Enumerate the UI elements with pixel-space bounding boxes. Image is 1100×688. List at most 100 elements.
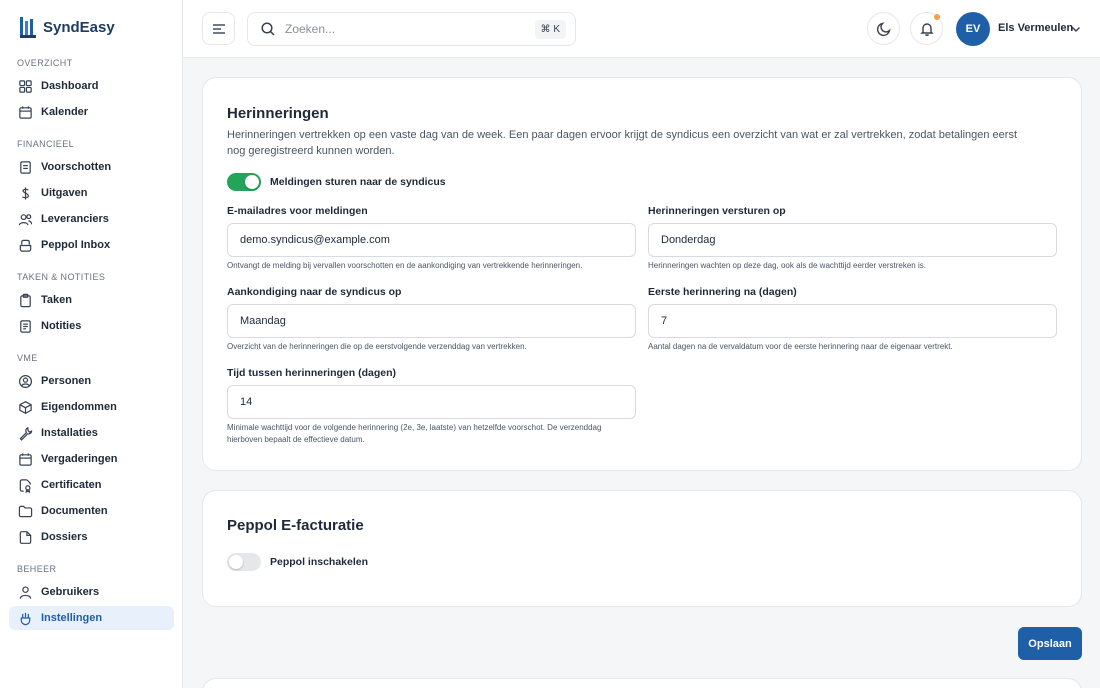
dark-mode-button[interactable]	[867, 12, 900, 45]
peppol-toggle-label: Peppol inschakelen	[270, 556, 369, 568]
nav-section-beheer: Beheer	[17, 564, 57, 574]
certificate-icon	[18, 478, 33, 493]
calendar-icon	[18, 452, 33, 467]
avatar[interactable]: EV	[956, 12, 990, 46]
menu-icon	[212, 23, 225, 34]
chevron-down-icon[interactable]	[1070, 23, 1082, 35]
reminders-card: Herinneringen Herinneringen vertrekken o…	[202, 77, 1082, 471]
nav-item-uitgaven[interactable]: Uitgaven	[9, 181, 174, 205]
nav-item-taken[interactable]: Taken	[9, 288, 174, 312]
search-shortcut: ⌘ K	[534, 20, 566, 39]
nav-section-overzicht: Overzicht	[17, 58, 73, 68]
email-field[interactable]	[227, 223, 636, 257]
dollar-icon	[18, 186, 33, 201]
nav-label: Personen	[41, 375, 92, 387]
toggle-knob	[245, 175, 259, 189]
nav-label: Certificaten	[41, 479, 102, 491]
nav-item-dossiers[interactable]: Dossiers	[9, 525, 174, 549]
nav-label: Documenten	[41, 505, 108, 517]
toggle-knob	[229, 555, 243, 569]
nav-section-vme: VME	[17, 353, 38, 363]
nav-item-peppol-inbox[interactable]: Peppol Inbox	[9, 233, 174, 257]
send-day-label: Herinneringen versturen op	[648, 205, 786, 217]
peppol-title: Peppol E-facturatie	[227, 517, 364, 534]
brand-name: SyndEasy	[43, 18, 115, 36]
nav-item-vergaderingen[interactable]: Vergaderingen	[9, 447, 174, 471]
bell-icon	[919, 22, 934, 36]
nav-label: Instellingen	[41, 612, 103, 624]
note-icon	[18, 319, 33, 334]
clipboard-icon	[18, 293, 33, 308]
sidebar: SyndEasy Overzicht Dashboard Kalender Fi…	[0, 0, 183, 688]
logo-icon	[20, 17, 36, 38]
nav-item-dashboard[interactable]: Dashboard	[9, 74, 174, 98]
notifications-button[interactable]	[910, 12, 943, 45]
notify-syndicus-toggle[interactable]	[227, 173, 261, 191]
nav-item-kalender[interactable]: Kalender	[9, 100, 174, 124]
nav-label: Gebruikers	[41, 586, 100, 598]
nav-label: Notities	[41, 320, 82, 332]
send-day-select[interactable]	[648, 223, 1057, 257]
nav-label: Uitgaven	[41, 187, 88, 199]
search-icon	[261, 22, 275, 36]
interval-field[interactable]	[227, 385, 636, 419]
nav-item-eigendommen[interactable]: Eigendommen	[9, 395, 174, 419]
user-name[interactable]: Els Vermeulen	[998, 22, 1073, 34]
nav-item-documenten[interactable]: Documenten	[9, 499, 174, 523]
inbox-icon	[18, 238, 33, 253]
search-box[interactable]: ⌘ K	[247, 12, 576, 46]
interval-label: Tijd tussen herinneringen (dagen)	[227, 367, 396, 379]
nav-item-leveranciers[interactable]: Leveranciers	[9, 207, 174, 231]
top-bar: ⌘ K EV Els Vermeulen	[183, 0, 1100, 58]
search-input[interactable]	[285, 22, 515, 36]
nav-label: Installaties	[41, 427, 98, 439]
reminders-title: Herinneringen	[227, 105, 329, 122]
peppol-toggle[interactable]	[227, 553, 261, 571]
grid-icon	[18, 79, 33, 94]
settings-icon	[18, 611, 33, 626]
peppol-card: Peppol E-facturatie Peppol inschakelen	[202, 490, 1082, 607]
person-circle-icon	[18, 374, 33, 389]
nav-item-installaties[interactable]: Installaties	[9, 421, 174, 445]
nav-label: Voorschotten	[41, 161, 112, 173]
notify-syndicus-label: Meldingen sturen naar de syndicus	[270, 176, 446, 188]
nav-item-voorschotten[interactable]: Voorschotten	[9, 155, 174, 179]
nav-label: Dossiers	[41, 531, 88, 543]
wrench-icon	[18, 426, 33, 441]
users-icon	[18, 212, 33, 227]
nav-item-notities[interactable]: Notities	[9, 314, 174, 338]
box-icon	[18, 400, 33, 415]
save-button[interactable]: Opslaan	[1018, 627, 1082, 660]
nav-section-taken-notities: Taken & Notities	[17, 272, 106, 282]
next-card	[202, 678, 1082, 688]
nav-label: Eigendommen	[41, 401, 117, 413]
user-icon	[18, 585, 33, 600]
first-reminder-help: Aantal dagen na de vervaldatum voor de e…	[648, 342, 953, 351]
folder-icon	[18, 504, 33, 519]
nav-label: Vergaderingen	[41, 453, 118, 465]
nav-label: Dashboard	[41, 80, 99, 92]
brand[interactable]: SyndEasy	[19, 15, 115, 39]
menu-toggle-button[interactable]	[202, 12, 235, 45]
announce-day-help: Overzicht van de herinneringen die op de…	[227, 342, 527, 351]
nav-item-instellingen[interactable]: Instellingen	[9, 606, 174, 630]
reminders-description: Herinneringen vertrekken op een vaste da…	[227, 129, 1018, 157]
calendar-icon	[18, 105, 33, 120]
nav-label: Taken	[41, 294, 72, 306]
moon-icon	[876, 21, 891, 36]
announce-day-select[interactable]	[227, 304, 636, 338]
nav-label: Peppol Inbox	[41, 239, 111, 251]
nav-item-personen[interactable]: Personen	[9, 369, 174, 393]
announce-day-label: Aankondiging naar de syndicus op	[227, 286, 402, 298]
first-reminder-field[interactable]	[648, 304, 1057, 338]
interval-help: Minimale wachttijd voor de volgende heri…	[227, 423, 602, 444]
first-reminder-label: Eerste herinnering na (dagen)	[648, 286, 797, 298]
nav-label: Leveranciers	[41, 213, 109, 225]
notification-dot	[934, 14, 940, 20]
file-icon	[18, 530, 33, 545]
nav-item-gebruikers[interactable]: Gebruikers	[9, 580, 174, 604]
email-help: Ontvangt de melding bij vervallen voorsc…	[227, 261, 583, 270]
document-icon	[18, 160, 33, 175]
nav-label: Kalender	[41, 106, 89, 118]
nav-item-certificaten[interactable]: Certificaten	[9, 473, 174, 497]
